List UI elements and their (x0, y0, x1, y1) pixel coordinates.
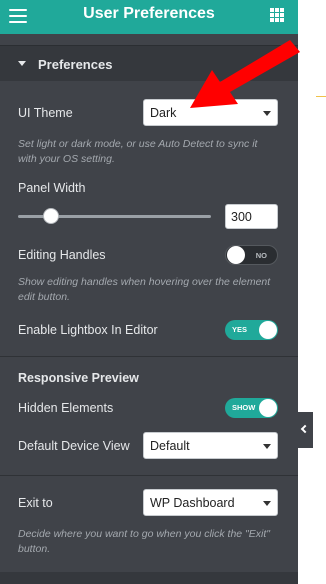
editing-handles-description: Show editing handles when hovering over … (18, 276, 271, 303)
editing-handles-toggle[interactable]: NO (225, 245, 278, 265)
collapse-panel-button[interactable] (298, 412, 313, 448)
header-bar: User Preferences (0, 0, 298, 34)
chevron-down-icon (263, 501, 271, 506)
lightbox-toggle-text: YES (232, 325, 248, 334)
exit-to-value: WP Dashboard (150, 496, 235, 510)
editing-handles-toggle-text: NO (255, 251, 267, 260)
page-title: User Preferences (83, 5, 215, 22)
exit-to-description: Decide where you want to go when you cli… (18, 528, 270, 555)
default-device-value: Default (150, 439, 190, 453)
caret-down-icon (18, 61, 26, 66)
ui-theme-description: Set light or dark mode, or use Auto Dete… (18, 138, 258, 165)
divider (0, 475, 298, 476)
chevron-left-icon (300, 424, 310, 434)
preferences-section-toggle[interactable]: Preferences (0, 45, 298, 81)
grid-icon[interactable] (270, 8, 284, 22)
ui-theme-label: UI Theme (18, 106, 73, 120)
panel-width-slider-handle[interactable] (42, 208, 59, 224)
exit-to-label: Exit to (18, 496, 53, 510)
lightbox-toggle[interactable]: YES (225, 320, 278, 340)
hidden-elements-toggle[interactable]: SHOW (225, 398, 278, 418)
chevron-down-icon (263, 444, 271, 449)
lightbox-label: Enable Lightbox In Editor (18, 323, 158, 337)
hidden-elements-toggle-text: SHOW (232, 403, 256, 412)
hidden-elements-label: Hidden Elements (18, 401, 114, 415)
ui-theme-select[interactable]: Dark (143, 99, 278, 126)
responsive-preview-title: Responsive Preview (18, 371, 139, 385)
exit-to-select[interactable]: WP Dashboard (143, 489, 278, 516)
section-title: Preferences (38, 57, 113, 72)
panel-width-input[interactable]: 300 (225, 204, 278, 229)
panel-width-label: Panel Width (18, 181, 86, 195)
canvas-edge (316, 96, 326, 97)
preferences-panel: User Preferences Preferences UI Theme Da… (0, 0, 298, 584)
editing-handles-label: Editing Handles (18, 248, 106, 262)
ui-theme-value: Dark (150, 106, 177, 120)
default-device-select[interactable]: Default (143, 432, 278, 459)
panel-footer (0, 572, 298, 584)
chevron-down-icon (263, 111, 271, 116)
divider (0, 356, 298, 357)
default-device-label: Default Device View (18, 439, 130, 453)
